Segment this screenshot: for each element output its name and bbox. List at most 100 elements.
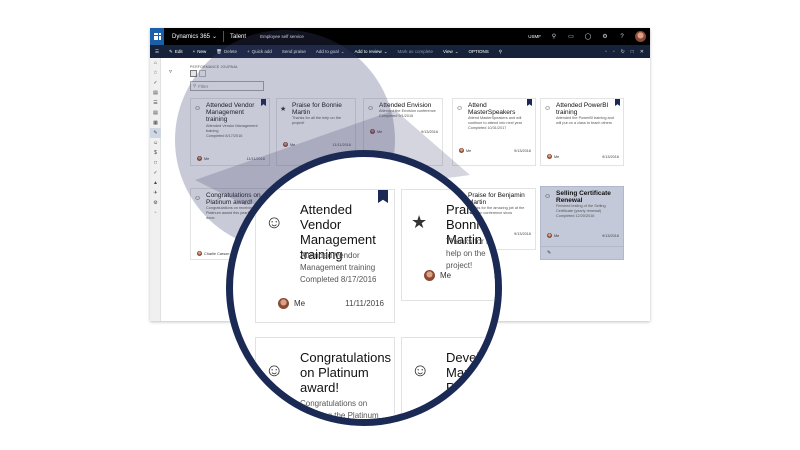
navbar-right: USMF ⚲ ▭ ◯ ⚙ ? [528, 31, 650, 42]
person-icon: ☺ [544, 193, 552, 200]
avatar [547, 154, 552, 159]
area-name: Employee self service [260, 34, 304, 39]
left-navigation-rail: ⌂ ☆ ✓ ▤ ☰ ▤ ▦ ✎ ☺ $ □ ✓ ▲ ✈ ⚙ ▫ [150, 58, 161, 321]
group-icon: ☺ [194, 195, 202, 202]
people-icon[interactable]: ☺ [150, 138, 161, 148]
person-icon: ☺ [367, 105, 375, 112]
check-icon[interactable]: ✓ [150, 168, 161, 178]
person-icon: ☺ [544, 105, 552, 112]
help-icon[interactable]: ? [618, 34, 626, 40]
home-icon[interactable]: ⌂ [150, 58, 161, 68]
card-person: Me [547, 154, 559, 159]
card-footer: ✎ [541, 246, 623, 259]
page-icon[interactable]: ▤ [150, 88, 161, 98]
edit-button[interactable]: ✎ Edit [164, 49, 188, 55]
person-icon: ☺ [265, 212, 284, 232]
plane-icon[interactable]: ✈ [150, 188, 161, 198]
view-menu[interactable]: View ⌄ [438, 49, 463, 55]
star-icon: ★ [411, 212, 428, 232]
journal-card-selected[interactable]: ☺ Selling Certificate Renewal Finished t… [540, 186, 624, 260]
filter-input[interactable]: ⚲ Filter [190, 81, 264, 91]
app-launcher-button[interactable] [150, 28, 164, 45]
add-to-review-menu[interactable]: Add to review ⌄ [349, 49, 392, 55]
journal-card[interactable]: ☺ Attend MasterSpeakers Attend MasterSpe… [452, 98, 536, 166]
close-icon[interactable]: ✕ [640, 49, 644, 55]
search-icon[interactable]: ⚲ [550, 33, 558, 40]
lens-card[interactable]: ☺ Congratulations on Platinum award! Con… [255, 337, 395, 419]
popout-icon[interactable]: □ [631, 49, 634, 55]
refresh-icon[interactable]: ↻ [621, 49, 625, 55]
send-praise-button[interactable]: Send praise [277, 49, 311, 54]
org-icon[interactable]: ▲ [150, 178, 161, 188]
card-person: Me [459, 148, 471, 153]
office-icon[interactable]: ▫ [605, 49, 607, 55]
plus-icon: + [192, 49, 196, 54]
options-menu[interactable]: OPTIONS [464, 49, 494, 54]
add-to-goal-menu[interactable]: Add to goal ⌄ [311, 49, 350, 55]
pencil-icon: ✎ [169, 48, 173, 54]
magnifier-lens: ☺ Attended Vendor Management training At… [226, 150, 502, 426]
view-toggle [190, 70, 206, 77]
app-name: Dynamics 365 [172, 33, 211, 40]
lens-card[interactable]: ★ Praise for Bonnie Martin Thanks for al… [401, 189, 495, 301]
avatar[interactable] [635, 31, 646, 42]
search-icon[interactable]: ⚲ [494, 49, 507, 55]
chevron-down-icon: ⌄ [383, 48, 388, 54]
calendar-icon[interactable]: ▦ [150, 118, 161, 128]
person-icon: ☺ [456, 105, 464, 112]
folder-icon[interactable]: ▫ [150, 208, 161, 218]
search-icon: ⚲ [193, 83, 197, 88]
person-icon: ☺ [194, 105, 202, 112]
settings-icon[interactable]: ⚙ [601, 33, 609, 40]
list-view-button[interactable] [199, 70, 206, 77]
star-icon[interactable]: ☆ [150, 68, 161, 78]
money-icon[interactable]: $ [150, 148, 161, 158]
journal-card[interactable]: ☺ Attended PowerBI training Attended the… [540, 98, 624, 166]
avatar [283, 142, 288, 147]
attach-icon[interactable]: ▫ [613, 49, 615, 55]
quick-add-button[interactable]: + Quick add [242, 49, 277, 54]
avatar [197, 156, 202, 161]
chat-icon[interactable]: ▭ [567, 33, 575, 40]
lens-content: ☺ Attended Vendor Management training At… [233, 157, 495, 419]
list-icon[interactable]: ☰ [150, 98, 161, 108]
card-person: Me [370, 129, 382, 134]
company-picker[interactable]: USMF [528, 34, 541, 39]
trash-icon: 🗑 [216, 48, 222, 54]
journal-card[interactable]: ☺ Attended Vendor Management training At… [190, 98, 270, 166]
chevron-down-icon: ⌄ [340, 48, 345, 54]
module-name[interactable]: Talent [230, 34, 246, 40]
lens-card[interactable]: ☺ Attended Vendor Management training At… [255, 189, 395, 323]
chart-icon[interactable]: ▤ [150, 108, 161, 118]
mark-complete-button[interactable]: Mark as complete [393, 49, 439, 54]
pencil-icon[interactable]: ✎ [547, 250, 551, 256]
card-person: Me [283, 142, 295, 147]
gear-icon[interactable]: ⚙ [150, 198, 161, 208]
breadcrumb: PERFORMANCE JOURNAL [190, 65, 239, 69]
action-pane-right: ▫ ▫ ↻ □ ✕ [605, 49, 650, 55]
app-name-menu[interactable]: Dynamics 365 ⌄ [172, 33, 218, 41]
card-person: Charlie Carson [197, 251, 229, 256]
lens-card[interactable]: ☺ Develop Marketing Program [401, 337, 495, 419]
chevron-down-icon: ⌄ [212, 34, 218, 40]
card-person: Me [197, 156, 209, 161]
check-icon[interactable]: ✓ [150, 78, 161, 88]
filter-icon[interactable]: ▿ [169, 68, 172, 75]
person-icon: ☺ [411, 360, 430, 380]
avatar [370, 129, 375, 134]
avatar [547, 233, 552, 238]
journal-icon[interactable]: ✎ [150, 128, 161, 138]
card-person: Me [424, 270, 451, 281]
avatar [278, 298, 289, 309]
star-icon: ★ [280, 106, 287, 113]
group-icon: ☺ [265, 360, 284, 380]
new-button[interactable]: + New [188, 49, 212, 54]
card-view-button[interactable] [190, 70, 197, 77]
doc-icon[interactable]: □ [150, 158, 161, 168]
card-person: Me [547, 233, 559, 238]
plus-icon: + [246, 49, 250, 54]
delete-button[interactable]: 🗑 Delete [211, 49, 242, 55]
hamburger-icon[interactable]: ☰ [150, 49, 164, 55]
navbar: Dynamics 365 ⌄ Talent Employee self serv… [150, 28, 650, 45]
favorite-icon[interactable]: ◯ [584, 33, 592, 40]
